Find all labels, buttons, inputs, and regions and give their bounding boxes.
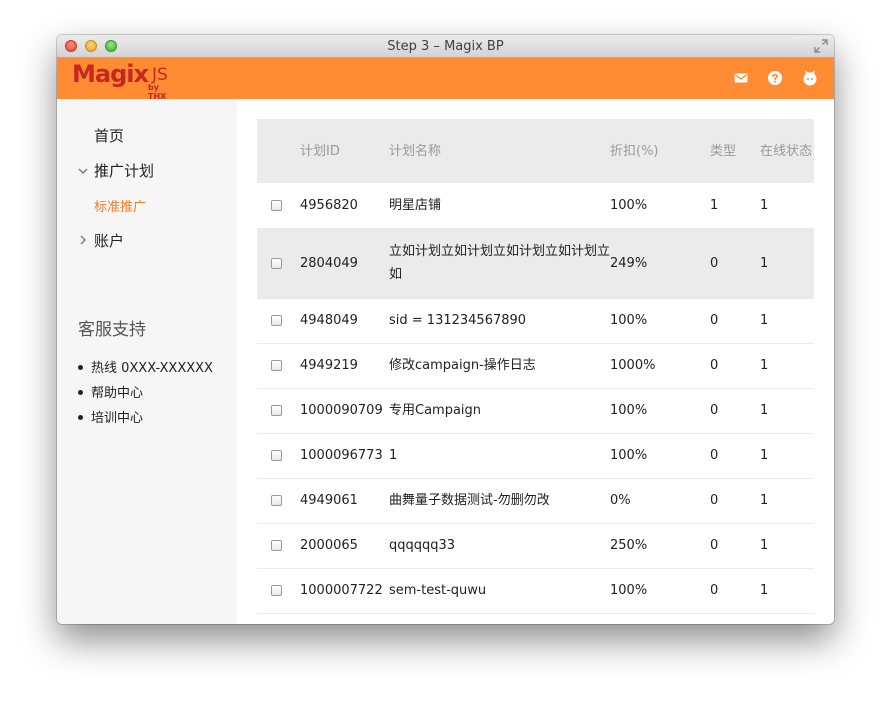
cell-plan-id: 1000007722	[300, 568, 389, 614]
cell-plan-name: 专用Campaign	[389, 388, 610, 434]
row-checkbox[interactable]	[271, 199, 282, 211]
cell-plan-name: 修改campaign-操作日志	[389, 343, 610, 389]
cell-type: 0	[710, 523, 760, 569]
cell-plan-id: 1000096773	[300, 433, 389, 479]
cell-type: 0	[710, 433, 760, 479]
cell-status: 1	[760, 183, 814, 229]
table-row[interactable]: 4956820 明星店铺 100% 1 1	[257, 183, 814, 229]
column-header-plan-name[interactable]: 计划名称	[389, 119, 610, 183]
fullscreen-icon[interactable]	[814, 39, 828, 53]
column-header-discount[interactable]: 折扣(%)	[610, 119, 710, 183]
cell-discount: 249%	[610, 228, 710, 299]
cell-discount: 100%	[610, 298, 710, 344]
row-checkbox[interactable]	[271, 495, 282, 506]
cell-plan-name: qqqqqq33	[389, 523, 610, 569]
cell-plan-name: 1	[389, 433, 610, 479]
select-column-header	[257, 119, 300, 183]
support-title: 客服支持	[78, 320, 146, 340]
sidebar-item-plans[interactable]: 推广计划	[94, 160, 154, 181]
cell-status: 1	[760, 568, 814, 614]
cell-plan-id: 1000090709	[300, 388, 389, 434]
sidebar-item-account[interactable]: 账户	[94, 230, 124, 251]
support-training-center-link[interactable]: 培训中心	[78, 407, 213, 432]
row-checkbox[interactable]	[271, 315, 282, 326]
sidebar-item-home[interactable]: 首页	[94, 125, 124, 146]
table-row[interactable]: 1000090709 专用Campaign 100% 0 1	[257, 388, 814, 434]
cell-type: 0	[710, 388, 760, 434]
row-checkbox[interactable]	[271, 585, 282, 596]
table-row[interactable]: 4949061 曲舞量子数据测试-勿删勿改 0% 0 1	[257, 478, 814, 524]
cell-status: 1	[760, 433, 814, 479]
column-header-online-status[interactable]: 在线状态	[760, 119, 814, 183]
cell-discount: 100%	[610, 388, 710, 434]
window-title: Step 3 – Magix BP	[387, 39, 504, 54]
table-row[interactable]: 1000007722 sem-test-quwu 100% 0 1	[257, 568, 814, 614]
table-row[interactable]: 4948049 sid = 131234567890 100% 0 1	[257, 298, 814, 344]
cell-plan-name: 曲舞量子数据测试-勿删勿改	[389, 478, 610, 524]
title-bar: Step 3 – Magix BP	[57, 35, 834, 58]
cell-plan-name: sem-test-quwu	[389, 568, 610, 614]
row-checkbox[interactable]	[271, 257, 282, 269]
cell-status: 1	[760, 388, 814, 434]
cell-type: 0	[710, 343, 760, 389]
cell-plan-id: 2000065	[300, 523, 389, 569]
row-checkbox[interactable]	[271, 450, 282, 461]
cell-plan-name: 明星店铺	[389, 183, 610, 229]
table-row[interactable]: 1000096773 1 100% 0 1	[257, 433, 814, 479]
cell-discount: 1000%	[610, 343, 710, 389]
chevron-down-icon[interactable]	[78, 166, 88, 176]
support-list: 热线 0XXX-XXXXXX 帮助中心 培训中心	[78, 357, 213, 432]
cell-plan-name: 立如计划立如计划立如计划立如计划立如	[389, 228, 610, 299]
cell-type: 1	[710, 183, 760, 229]
column-header-plan-id[interactable]: 计划ID	[300, 119, 389, 183]
user-icon[interactable]	[802, 70, 818, 86]
cell-type: 0	[710, 478, 760, 524]
mail-icon[interactable]	[733, 70, 749, 86]
cell-plan-name: sid = 131234567890	[389, 298, 610, 344]
cell-status: 1	[760, 478, 814, 524]
cell-plan-id: 4949061	[300, 478, 389, 524]
support-hotline: 热线 0XXX-XXXXXX	[78, 357, 213, 382]
app-window: Step 3 – Magix BP Magix JS by THX 首页 推广计…	[57, 35, 834, 624]
row-checkbox[interactable]	[271, 405, 282, 416]
row-checkbox[interactable]	[271, 360, 282, 371]
cell-plan-id: 4956820	[300, 183, 389, 229]
main-content: 计划ID 计划名称 折扣(%) 类型 在线状态 4956820 明星店铺 100…	[237, 99, 834, 624]
cell-discount: 100%	[610, 183, 710, 229]
cell-status: 1	[760, 228, 814, 299]
cell-status: 1	[760, 343, 814, 389]
logo-suffix: JS	[152, 65, 168, 85]
support-help-center-link[interactable]: 帮助中心	[78, 382, 213, 407]
sidebar-subitem-standard-promotion[interactable]: 标准推广	[94, 196, 146, 215]
table-row[interactable]: 4949219 修改campaign-操作日志 1000% 0 1	[257, 343, 814, 389]
cell-plan-id: 4949219	[300, 343, 389, 389]
cell-discount: 100%	[610, 433, 710, 479]
cell-discount: 100%	[610, 568, 710, 614]
cell-plan-id: 2804049	[300, 228, 389, 299]
cell-type: 0	[710, 568, 760, 614]
cell-discount: 0%	[610, 478, 710, 524]
app-header: Magix JS by THX	[57, 58, 834, 101]
cell-status: 1	[760, 523, 814, 569]
help-icon[interactable]	[767, 70, 783, 86]
sidebar: 首页 推广计划 标准推广 账户 客服支持 热线 0XXX-XXXXXX 帮助中心…	[57, 99, 237, 624]
table-header-row: 计划ID 计划名称 折扣(%) 类型 在线状态	[257, 119, 814, 183]
cell-type: 0	[710, 298, 760, 344]
plans-table: 计划ID 计划名称 折扣(%) 类型 在线状态 4956820 明星店铺 100…	[257, 119, 814, 614]
row-checkbox[interactable]	[271, 540, 282, 551]
column-header-type[interactable]: 类型	[710, 119, 760, 183]
cell-discount: 250%	[610, 523, 710, 569]
cell-type: 0	[710, 228, 760, 299]
cell-status: 1	[760, 298, 814, 344]
logo-text: Magix	[72, 60, 149, 88]
chevron-right-icon[interactable]	[78, 235, 88, 245]
cell-plan-id: 4948049	[300, 298, 389, 344]
table-row[interactable]: 2804049 立如计划立如计划立如计划立如计划立如 249% 0 1	[257, 228, 814, 299]
table-row[interactable]: 2000065 qqqqqq33 250% 0 1	[257, 523, 814, 569]
